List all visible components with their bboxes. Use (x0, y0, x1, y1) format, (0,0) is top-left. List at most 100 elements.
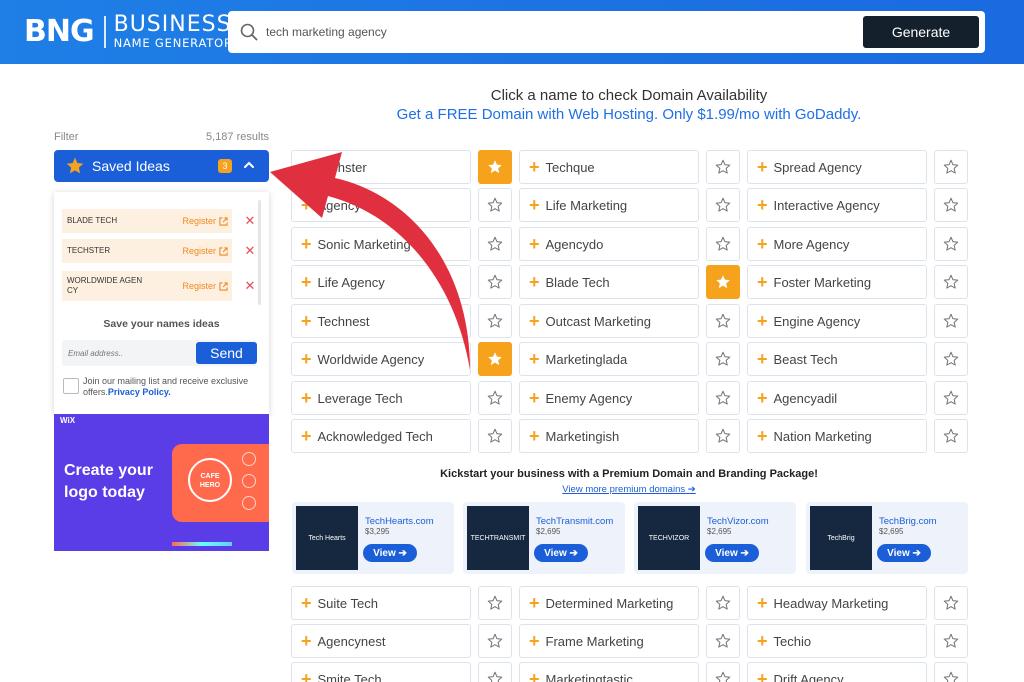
name-suggestion[interactable]: + Acknowledged Tech (291, 419, 471, 453)
name-suggestion[interactable]: + Beast Tech (747, 342, 927, 376)
star-outline-icon[interactable] (706, 586, 740, 620)
name-suggestion[interactable]: + Agencyadil (747, 381, 927, 415)
name-suggestion[interactable]: + Marketingish (519, 419, 699, 453)
name-suggestion[interactable]: + Smite Tech (291, 662, 471, 682)
star-outline-icon[interactable] (478, 265, 512, 299)
name-label: Interactive Agency (773, 197, 880, 213)
name-suggestion[interactable]: + Headway Marketing (747, 586, 927, 620)
privacy-policy-link[interactable]: Privacy Policy. (108, 387, 171, 397)
name-label: Marketinglada (545, 351, 628, 367)
star-outline-icon[interactable] (706, 419, 740, 453)
premium-card[interactable]: TECHTRANSMIT TechTransmit.com $2,695 Vie… (463, 502, 625, 574)
star-outline-icon[interactable] (706, 188, 740, 222)
saved-item-name: BLADE TECH (67, 216, 118, 225)
saved-ideas-toggle[interactable]: Saved Ideas 3 (54, 150, 269, 182)
star-filled-icon[interactable] (478, 150, 512, 184)
premium-domains-link[interactable]: View more premium domains ➔ (290, 484, 968, 495)
star-outline-icon[interactable] (706, 342, 740, 376)
name-suggestion[interactable]: + Life Marketing (519, 188, 699, 222)
star-outline-icon[interactable] (934, 342, 968, 376)
name-suggestion[interactable]: + Nation Marketing (747, 419, 927, 453)
name-suggestion[interactable]: + Technest (291, 304, 471, 338)
star-outline-icon[interactable] (478, 624, 512, 658)
star-outline-icon[interactable] (706, 381, 740, 415)
name-suggestion[interactable]: + Spread Agency (747, 150, 927, 184)
remove-icon[interactable]: ✕ (244, 244, 256, 257)
star-outline-icon[interactable] (478, 662, 512, 682)
view-button[interactable]: View ➔ (877, 544, 931, 562)
view-button[interactable]: View ➔ (363, 544, 417, 562)
generate-button[interactable]: Generate (863, 16, 979, 48)
premium-card[interactable]: TECHVIZOR TechVizor.com $2,695 View ➔ (634, 502, 796, 574)
star-outline-icon[interactable] (934, 586, 968, 620)
name-suggestion[interactable]: + Determined Marketing (519, 586, 699, 620)
register-link[interactable]: Register (182, 216, 228, 226)
star-outline-icon[interactable] (478, 227, 512, 261)
email-field[interactable] (68, 345, 188, 361)
send-button[interactable]: Send (196, 342, 257, 364)
remove-icon[interactable]: ✕ (244, 214, 256, 227)
star-outline-icon[interactable] (934, 662, 968, 682)
star-outline-icon[interactable] (478, 304, 512, 338)
star-outline-icon[interactable] (934, 227, 968, 261)
star-filled-icon[interactable] (478, 342, 512, 376)
premium-card[interactable]: TechBrig TechBrig.com $2,695 View ➔ (806, 502, 968, 574)
star-filled-icon[interactable] (706, 265, 740, 299)
view-button[interactable]: View ➔ (534, 544, 588, 562)
name-suggestion[interactable]: + Leverage Tech (291, 381, 471, 415)
register-link[interactable]: Register (182, 246, 228, 256)
star-outline-icon[interactable] (934, 381, 968, 415)
star-outline-icon[interactable] (934, 265, 968, 299)
mailing-list-checkbox[interactable] (63, 378, 79, 394)
name-suggestion[interactable]: + Interactive Agency (747, 188, 927, 222)
name-suggestion[interactable]: + Outcast Marketing (519, 304, 699, 338)
star-outline-icon[interactable] (934, 304, 968, 338)
premium-domain[interactable]: TechBrig.com (879, 516, 937, 527)
name-suggestion[interactable]: + Techque (519, 150, 699, 184)
premium-domain[interactable]: TechVizor.com (707, 516, 769, 527)
star-outline-icon[interactable] (706, 227, 740, 261)
star-outline-icon[interactable] (934, 188, 968, 222)
saved-list-scrollbar[interactable] (258, 200, 261, 305)
star-outline-icon[interactable] (478, 188, 512, 222)
premium-card[interactable]: Tech Hearts TechHearts.com $3,295 View ➔ (292, 502, 454, 574)
star-outline-icon[interactable] (478, 419, 512, 453)
name-suggestion[interactable]: + Agencydo (519, 227, 699, 261)
register-link[interactable]: Register (182, 281, 228, 291)
name-suggestion[interactable]: + Techster (291, 150, 471, 184)
name-suggestion[interactable]: + Sonic Marketing (291, 227, 471, 261)
name-suggestion[interactable]: + Drift Agency (747, 662, 927, 682)
star-outline-icon[interactable] (706, 304, 740, 338)
name-suggestion[interactable]: + Marketinglada (519, 342, 699, 376)
plus-icon: + (301, 234, 312, 254)
premium-domain[interactable]: TechTransmit.com (536, 516, 613, 527)
name-suggestion[interactable]: + More Agency (747, 227, 927, 261)
name-suggestion[interactable]: + Life Agency (291, 265, 471, 299)
premium-domain[interactable]: TechHearts.com (365, 516, 434, 527)
name-suggestion[interactable]: + Agencynest (291, 624, 471, 658)
star-outline-icon[interactable] (934, 419, 968, 453)
view-button[interactable]: View ➔ (705, 544, 759, 562)
name-suggestion[interactable]: + Blade Tech (519, 265, 699, 299)
name-suggestion[interactable]: + Engine Agency (747, 304, 927, 338)
name-suggestion[interactable]: + Enemy Agency (519, 381, 699, 415)
filter-label[interactable]: Filter (54, 131, 78, 143)
name-suggestion[interactable]: + Worldwide Agency (291, 342, 471, 376)
name-suggestion[interactable]: + Frame Marketing (519, 624, 699, 658)
star-outline-icon[interactable] (934, 150, 968, 184)
star-outline-icon[interactable] (478, 381, 512, 415)
star-outline-icon[interactable] (934, 624, 968, 658)
logo[interactable]: BNG BUSINESS NAME GENERATOR (24, 13, 233, 51)
star-outline-icon[interactable] (478, 586, 512, 620)
star-outline-icon[interactable] (706, 662, 740, 682)
name-suggestion[interactable]: + Agency (291, 188, 471, 222)
name-suggestion[interactable]: + Suite Tech (291, 586, 471, 620)
remove-icon[interactable]: ✕ (244, 279, 256, 292)
star-outline-icon[interactable] (706, 150, 740, 184)
godaddy-offer-link[interactable]: Get a FREE Domain with Web Hosting. Only… (290, 106, 968, 123)
name-suggestion[interactable]: + Techio (747, 624, 927, 658)
wix-logo-ad[interactable]: WiX Create your logo today CAFE HERO (54, 414, 269, 551)
name-suggestion[interactable]: + Marketingtastic (519, 662, 699, 682)
name-suggestion[interactable]: + Foster Marketing (747, 265, 927, 299)
star-outline-icon[interactable] (706, 624, 740, 658)
